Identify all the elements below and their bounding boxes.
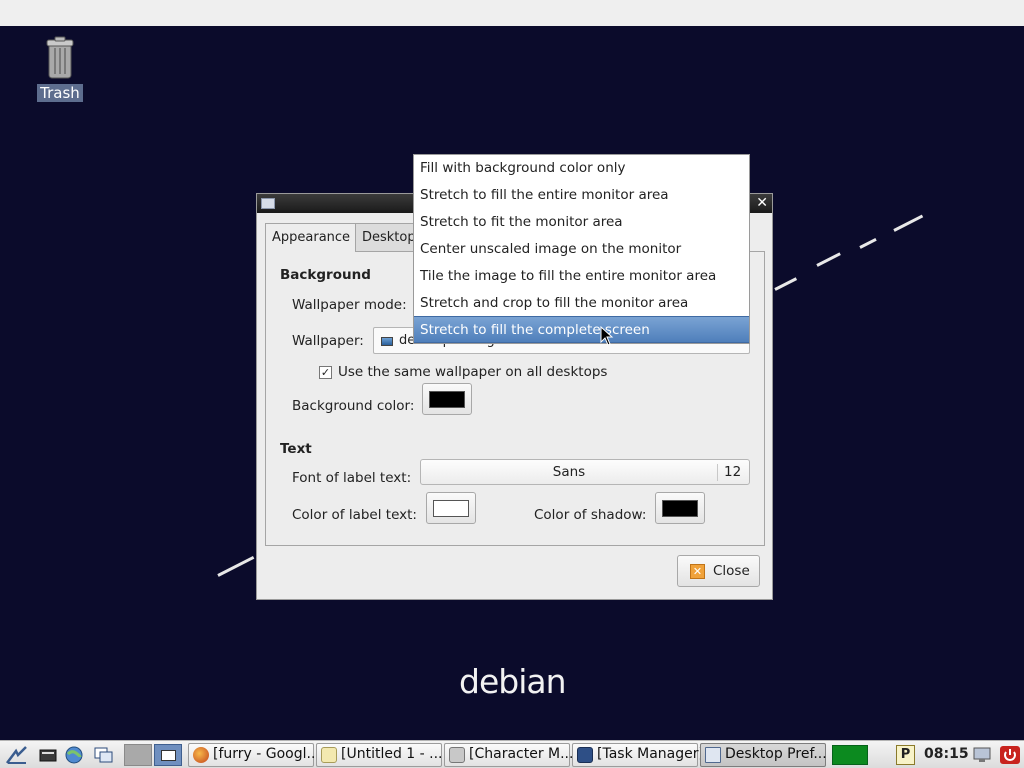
close-button-label: Close bbox=[713, 563, 750, 579]
wallpaper-swirl bbox=[217, 556, 255, 577]
task-button-active[interactable]: Desktop Pref... bbox=[700, 743, 827, 767]
wallpaper-swirl bbox=[893, 214, 924, 232]
lxde-menu-icon[interactable] bbox=[6, 745, 27, 765]
clock[interactable]: 08:15 bbox=[924, 746, 969, 762]
network-icon[interactable] bbox=[972, 746, 992, 764]
task-button[interactable]: [Character M... bbox=[444, 743, 574, 767]
wallpaper-mode-option-selected[interactable]: Stretch to fill the complete screen bbox=[414, 316, 749, 343]
wallpaper-mode-option[interactable]: Fill with background color only bbox=[414, 155, 749, 182]
font-size: 12 bbox=[724, 464, 742, 480]
workspace-2-icon[interactable] bbox=[154, 744, 182, 766]
clipboard-icon[interactable]: P bbox=[896, 745, 915, 765]
document-icon bbox=[321, 747, 337, 763]
wallpaper-mode-dropdown: Fill with background color only Stretch … bbox=[413, 154, 750, 344]
shadow-color-button[interactable] bbox=[655, 492, 705, 524]
trash-label: Trash bbox=[37, 84, 83, 102]
font-button[interactable]: Sans 12 bbox=[420, 459, 750, 485]
window-icon bbox=[705, 747, 721, 763]
wallpaper-mode-option[interactable]: Center unscaled image on the monitor bbox=[414, 236, 749, 263]
same-wallpaper-checkbox[interactable]: ✓ bbox=[319, 366, 332, 379]
label-color-swatch bbox=[433, 500, 469, 517]
firefox-icon bbox=[193, 747, 209, 763]
task-button[interactable]: [Untitled 1 - ... bbox=[316, 743, 443, 767]
file-manager-icon[interactable] bbox=[38, 745, 58, 765]
close-button[interactable]: ✕ Close bbox=[677, 555, 760, 587]
shadow-color-swatch bbox=[662, 500, 698, 517]
tab-appearance[interactable]: Appearance bbox=[265, 223, 356, 252]
task-label: [Task Manager] bbox=[597, 746, 704, 762]
font-name: Sans bbox=[552, 464, 586, 480]
text-heading: Text bbox=[280, 441, 312, 457]
wallpaper-label: Wallpaper: bbox=[292, 333, 364, 349]
task-label: [Character M... bbox=[469, 746, 574, 762]
shadow-color-label: Color of shadow: bbox=[534, 507, 647, 523]
wallpaper-mode-option[interactable]: Tile the image to fill the entire monito… bbox=[414, 263, 749, 290]
wallpaper-swirl bbox=[774, 277, 798, 291]
label-color-button[interactable] bbox=[426, 492, 476, 524]
font-label: Font of label text: bbox=[292, 470, 412, 486]
web-browser-icon[interactable] bbox=[64, 745, 84, 765]
task-label: Desktop Pref... bbox=[725, 746, 827, 762]
task-label: [Untitled 1 - ... bbox=[341, 746, 443, 762]
wallpaper-mode-option[interactable]: Stretch to fill the entire monitor area bbox=[414, 182, 749, 209]
workspace-1-icon[interactable] bbox=[124, 744, 152, 766]
close-icon: ✕ bbox=[690, 564, 705, 579]
task-manager-icon bbox=[577, 747, 593, 763]
task-button[interactable]: [furry - Googl... bbox=[188, 743, 320, 767]
image-file-icon bbox=[381, 337, 393, 346]
wallpaper-swirl bbox=[816, 252, 841, 267]
debian-logo: debian bbox=[459, 662, 567, 701]
charmap-icon bbox=[449, 747, 465, 763]
font-separator bbox=[717, 464, 718, 481]
cpu-monitor-icon bbox=[832, 745, 868, 765]
task-button[interactable]: [Task Manager] bbox=[572, 743, 704, 767]
wallpaper-mode-option[interactable]: Stretch and crop to fill the monitor are… bbox=[414, 290, 749, 317]
task-label: [furry - Googl... bbox=[213, 746, 320, 762]
background-color-label: Background color: bbox=[292, 398, 415, 414]
window-switcher-icon[interactable] bbox=[94, 745, 114, 765]
background-color-button[interactable] bbox=[422, 383, 472, 415]
taskbar: [furry - Googl... [Untitled 1 - ... [Cha… bbox=[0, 740, 1024, 768]
wallpaper-mode-label: Wallpaper mode: bbox=[292, 297, 407, 313]
window-icon bbox=[261, 198, 275, 209]
wallpaper-mode-option[interactable]: Stretch to fit the monitor area bbox=[414, 209, 749, 236]
trash-icon bbox=[45, 36, 75, 80]
background-heading: Background bbox=[280, 267, 371, 283]
top-bar bbox=[0, 0, 1024, 26]
same-wallpaper-label: Use the same wallpaper on all desktops bbox=[338, 364, 608, 380]
mouse-pointer-icon bbox=[600, 325, 614, 350]
workspace-window-icon bbox=[161, 750, 176, 761]
titlebar-close-icon[interactable]: ✕ bbox=[756, 195, 768, 211]
wallpaper-swirl bbox=[859, 237, 877, 249]
trash-desktop-icon[interactable]: Trash bbox=[34, 36, 86, 102]
background-color-swatch bbox=[429, 391, 465, 408]
label-color-label: Color of label text: bbox=[292, 507, 417, 523]
power-icon[interactable] bbox=[1000, 746, 1020, 764]
